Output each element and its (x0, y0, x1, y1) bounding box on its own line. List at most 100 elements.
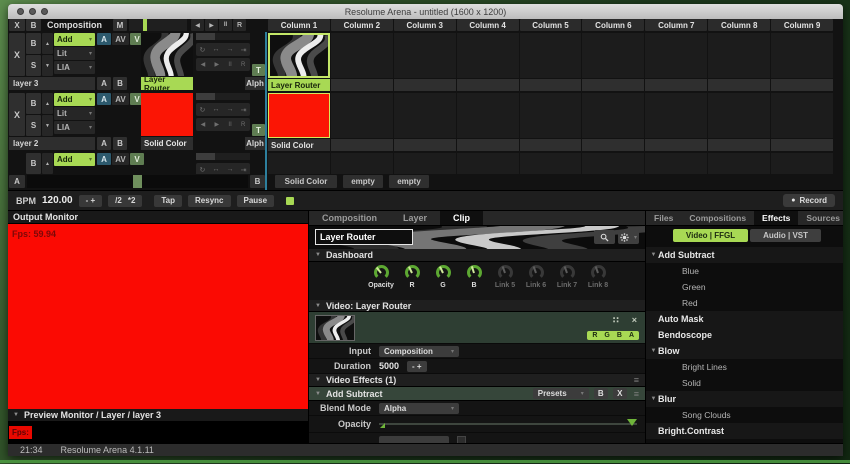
clip-cell[interactable] (582, 153, 644, 174)
effect-bypass-button[interactable]: B (594, 388, 608, 399)
clip-thumbnail[interactable] (520, 33, 582, 78)
knob-b[interactable]: B (460, 265, 488, 300)
layer-audio-button[interactable]: A (97, 153, 111, 165)
video-effects-section-header[interactable]: ▼Video Effects (1)≡ (309, 374, 645, 387)
composition-x-button[interactable]: X (9, 19, 25, 31)
clip-cell[interactable] (394, 33, 456, 91)
active-clip-name[interactable]: Solid Color (141, 137, 193, 150)
clip-thumbnail[interactable] (394, 33, 456, 78)
layer-param3-dropdown[interactable]: LIA▾ (54, 121, 95, 134)
clip-thumbnail[interactable] (331, 93, 393, 138)
preview-monitor-header[interactable]: ▼Preview Monitor / Layer / layer 3 (8, 409, 308, 422)
clip-cell-label[interactable] (331, 139, 393, 151)
master-m-button[interactable]: M (113, 19, 127, 31)
column-header[interactable]: Column 4 (457, 19, 519, 31)
comp-play-button[interactable]: ▶ (205, 19, 218, 31)
clip-cell-label[interactable] (457, 79, 519, 91)
knob-r[interactable]: R (398, 265, 426, 300)
tree-item[interactable]: Blue (646, 263, 843, 279)
tab-effects[interactable]: Effects (754, 211, 798, 225)
tree-item[interactable]: Bendoscope (646, 327, 843, 343)
clip-cell-label[interactable]: Solid Color (268, 139, 330, 151)
presets-dropdown[interactable]: Presets▾ (533, 388, 589, 399)
duration-value[interactable]: 5000 (379, 361, 399, 371)
clip-cell-label[interactable] (394, 79, 456, 91)
clip-cell[interactable] (457, 153, 519, 174)
clip-cell[interactable] (582, 33, 644, 91)
tree-item[interactable]: Red (646, 295, 843, 311)
layer-up-button[interactable]: ▲ (42, 153, 53, 174)
pause-icon[interactable]: II (228, 122, 231, 128)
bpm-dec-inc-button[interactable]: - + (79, 195, 103, 207)
clip-cell[interactable] (331, 33, 393, 91)
tree-item[interactable]: Solid (646, 375, 843, 391)
resync-button[interactable]: Resync (188, 195, 230, 207)
layer-av-button[interactable]: AV (112, 33, 129, 45)
layer-down-button[interactable]: ▼ (42, 115, 53, 136)
layer-deck-a-button[interactable]: A (97, 137, 111, 150)
collapse-icon[interactable]: ▼ (315, 391, 321, 397)
minimize-window-button[interactable] (29, 8, 36, 15)
layer-clip-thumbnail[interactable] (141, 33, 193, 76)
layer-deck-b-button[interactable]: B (113, 77, 127, 90)
layer-bypass-button[interactable]: B (26, 33, 41, 54)
clip-thumbnail[interactable] (520, 93, 582, 138)
crossfader-handle[interactable] (133, 175, 142, 188)
audio-vst-toggle[interactable]: Audio | VST (750, 229, 821, 242)
clip-loopmode-buttons[interactable]: ↻↔→⇥ (196, 103, 250, 116)
queue-item[interactable]: Solid Color (275, 175, 337, 188)
knob-link5[interactable]: Link 5 (491, 265, 519, 300)
layer-solo-button[interactable]: S (26, 55, 41, 76)
clip-cell[interactable] (645, 33, 707, 91)
clip-thumbnail[interactable] (331, 153, 393, 174)
play-forward-icon[interactable]: → (227, 46, 234, 53)
tab-composition[interactable]: Composition (309, 211, 390, 225)
video-ffgl-toggle[interactable]: Video | FFGL (673, 229, 748, 242)
layer-alpha-mode[interactable]: Alph (245, 137, 265, 150)
clip-thumbnail[interactable] (582, 33, 644, 78)
column-header[interactable]: Column 5 (520, 19, 582, 31)
play-icon[interactable]: ▶ (215, 61, 220, 68)
clip-cell[interactable] (708, 33, 770, 91)
play-once-icon[interactable]: ⇥ (241, 166, 247, 174)
back-icon[interactable]: ◀ (201, 61, 206, 68)
layer-param3-dropdown[interactable]: LIA▾ (54, 61, 95, 74)
collapse-icon[interactable]: ▼ (315, 377, 321, 383)
crossfader-a-button[interactable]: A (9, 175, 25, 188)
clip-thumbnail[interactable] (708, 33, 770, 78)
tab-clip[interactable]: Clip (440, 211, 483, 225)
clip-transport-buttons[interactable]: ◀▶IIR (196, 58, 250, 71)
clip-thumbnail[interactable] (582, 153, 644, 174)
bounce-icon[interactable]: ↔ (212, 166, 219, 173)
clip-cell-label[interactable] (394, 139, 456, 151)
tab-sources[interactable]: Sources (798, 211, 843, 225)
clip-cell-label[interactable] (708, 79, 770, 91)
clip-cell[interactable] (457, 33, 519, 91)
drag-handle-icon[interactable]: ≡ (634, 389, 639, 399)
layer-deck-b-button[interactable]: B (113, 137, 127, 150)
clip-thumbnail[interactable] (268, 33, 330, 78)
clip-thumbnail[interactable] (331, 33, 393, 78)
tab-layer[interactable]: Layer (390, 211, 440, 225)
clip-transport-buttons[interactable]: ◀▶IIR (196, 118, 250, 131)
clip-name-input[interactable] (315, 229, 413, 245)
layer-video-button[interactable]: V (130, 153, 144, 165)
channel-a-toggle[interactable]: A (629, 332, 634, 339)
collapse-icon[interactable]: ▼ (646, 252, 658, 258)
layer-blend-dropdown[interactable]: Add▾ (54, 93, 95, 106)
tree-item[interactable]: Green (646, 279, 843, 295)
speed-slider-handle[interactable] (143, 19, 147, 31)
maximize-icon[interactable]: ∷ (613, 315, 619, 326)
clip-cell-active[interactable]: Layer Router (268, 33, 330, 91)
close-icon[interactable]: × (632, 315, 637, 325)
back-icon[interactable]: ◀ (201, 121, 206, 128)
clipped-dropdown[interactable] (379, 436, 449, 443)
layer-blend-dropdown[interactable]: Add▾ (54, 33, 95, 46)
clip-cell-label[interactable]: Layer Router (268, 79, 330, 91)
clip-thumbnail[interactable] (645, 153, 707, 174)
record-button[interactable]: ●Record (783, 194, 835, 207)
clip-thumbnail[interactable] (582, 93, 644, 138)
knob-g[interactable]: G (429, 265, 457, 300)
knob-opacity[interactable]: Opacity (367, 265, 395, 300)
layer-name[interactable]: layer 3 (9, 77, 95, 90)
